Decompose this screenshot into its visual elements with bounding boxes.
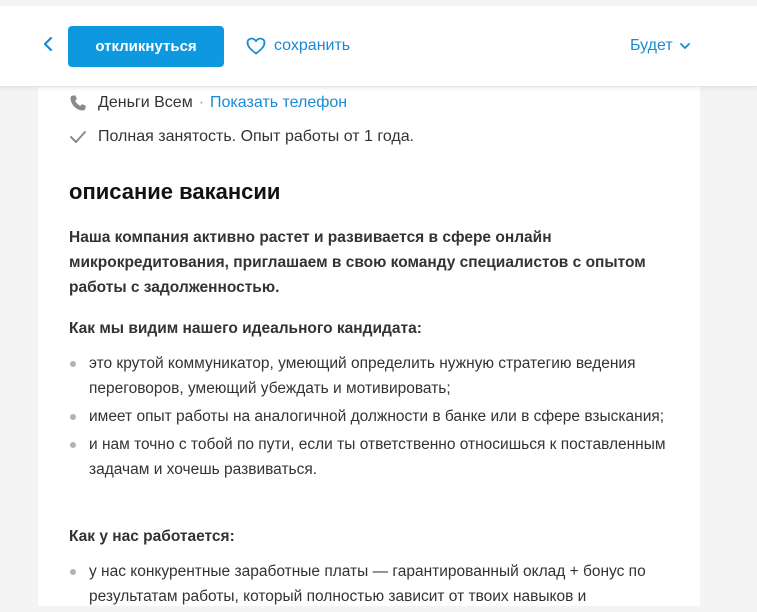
work-heading: Как у нас работается: — [69, 528, 235, 545]
back-button[interactable] — [36, 34, 60, 58]
candidate-list: это крутой коммуникатор, умеющий определ… — [69, 351, 689, 485]
respond-button[interactable]: откликнуться — [68, 26, 224, 67]
company-name: Деньги Всем — [98, 94, 193, 111]
chevron-left-icon — [41, 36, 55, 57]
list-item-text: у нас конкурентные заработные платы — га… — [89, 563, 646, 605]
list-item: у нас конкурентные заработные платы — га… — [69, 559, 689, 609]
description-title: описание вакансии — [69, 179, 281, 204]
bullet-dot — [70, 361, 76, 367]
vacancy-card: Деньги Всем · Показать телефон Полная за… — [38, 87, 700, 606]
bullet-dot — [70, 442, 76, 448]
future-label: Будет — [630, 37, 673, 54]
future-dropdown[interactable]: Будет — [630, 34, 691, 58]
checkmark-icon — [68, 127, 88, 147]
sticky-header: откликнуться сохранить Будет — [0, 6, 757, 87]
list-item: это крутой коммуникатор, умеющий определ… — [69, 351, 689, 401]
list-item: имеет опыт работы на аналогичной должнос… — [69, 404, 689, 429]
description-intro: Наша компания активно растет и развивает… — [69, 229, 646, 296]
heart-icon — [246, 36, 266, 56]
list-item: и нам точно с тобой по пути, если ты отв… — [69, 432, 689, 482]
employment-text: Полная занятость. Опыт работы от 1 года. — [98, 128, 415, 145]
employment-row: Полная занятость. Опыт работы от 1 года. — [68, 126, 414, 148]
list-item-text: это крутой коммуникатор, умеющий определ… — [89, 355, 636, 397]
meta-separator: · — [198, 94, 205, 111]
company-row: Деньги Всем · Показать телефон — [68, 92, 347, 114]
show-phone-link[interactable]: Показать телефон — [210, 94, 347, 112]
save-label: сохранить — [274, 37, 351, 54]
chevron-down-icon — [679, 37, 691, 55]
list-item-text: и нам точно с тобой по пути, если ты отв… — [89, 436, 666, 478]
work-list: у нас конкурентные заработные платы — га… — [69, 559, 689, 612]
bullet-dot — [70, 569, 76, 575]
bullet-dot — [70, 414, 76, 420]
phone-icon — [68, 93, 88, 113]
list-item-text: имеет опыт работы на аналогичной должнос… — [89, 408, 665, 425]
candidate-heading: Как мы видим нашего идеального кандидата… — [69, 320, 422, 337]
save-button[interactable]: сохранить — [246, 34, 350, 58]
